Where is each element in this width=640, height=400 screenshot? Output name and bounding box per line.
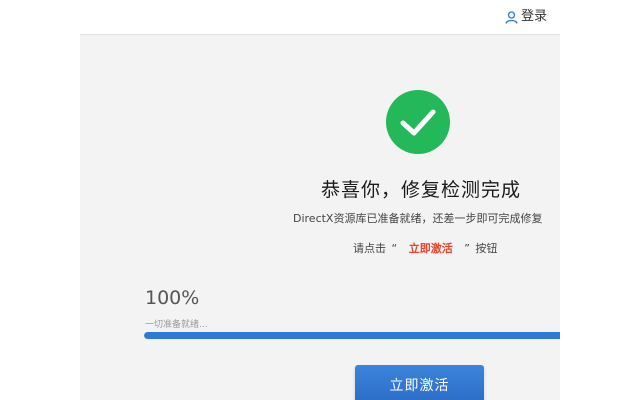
login-label: 登录 bbox=[520, 9, 547, 24]
progress-percent: 100% bbox=[145, 287, 200, 309]
result-subline: DirectX资源库已准备就绪，还差一步即可完成修复 bbox=[293, 212, 543, 225]
user-icon bbox=[505, 10, 518, 24]
instruction-suffix: 按钮 bbox=[475, 242, 498, 255]
headline-text: 恭喜你，修复检测完成 bbox=[321, 179, 522, 201]
progress-bar bbox=[144, 332, 560, 339]
instruction-text: 请点击 “ 立即激活 ” 按钮 bbox=[353, 240, 497, 256]
progress-fill bbox=[144, 332, 560, 339]
check-circle-icon bbox=[386, 90, 450, 154]
instruction-prefix: 请点击 bbox=[353, 242, 386, 255]
top-bar: 登录 bbox=[0, 0, 640, 34]
instruction-highlight: 立即激活 bbox=[408, 242, 453, 255]
progress-status: 一切准备就绪... bbox=[145, 320, 208, 330]
login-link[interactable]: 登录 bbox=[505, 8, 547, 26]
result-headline: 恭喜你，修复检测完成 bbox=[321, 175, 521, 202]
activate-now-button[interactable]: 立即激活 bbox=[355, 365, 484, 400]
open-quote: “ bbox=[391, 242, 398, 255]
close-quote: ” bbox=[464, 242, 470, 255]
app-window: 登录 恭喜你，修复检测完成 DirectX资源库已准备就绪，还差一步即可完成修复… bbox=[0, 0, 640, 400]
repair-result-panel: 恭喜你，修复检测完成 DirectX资源库已准备就绪，还差一步即可完成修复 请点… bbox=[80, 34, 560, 400]
